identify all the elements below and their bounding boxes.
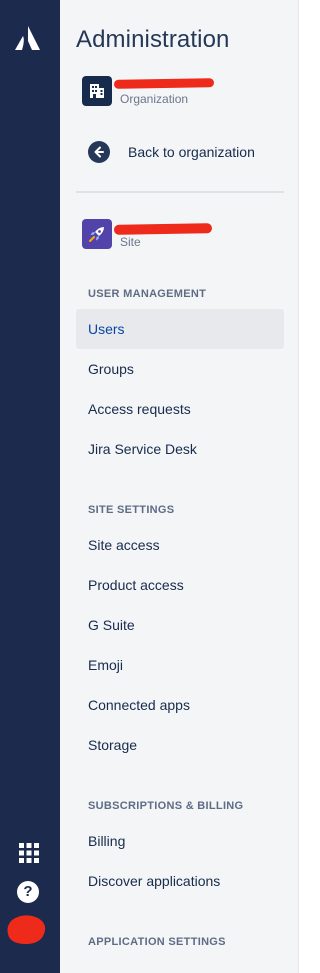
arrow-left-circle-icon — [88, 141, 110, 163]
organization-selector[interactable]: Organization — [82, 76, 230, 106]
global-nav-rail: ? — [0, 0, 60, 973]
nav-item-emoji[interactable]: Emoji — [76, 645, 284, 685]
site-type-label: Site — [120, 235, 141, 249]
back-to-organization-link[interactable]: Back to organization — [88, 141, 255, 163]
app-switcher-grid-icon[interactable] — [18, 842, 40, 864]
nav-item-connected-apps[interactable]: Connected apps — [76, 685, 284, 725]
section-heading-user-management: USER MANAGEMENT — [88, 288, 207, 300]
nav-item-discover-applications[interactable]: Discover applications — [76, 861, 284, 901]
section-heading-subscriptions-billing: SUBSCRIPTIONS & BILLING — [88, 800, 244, 812]
sidebar-scrollbar[interactable] — [298, 0, 319, 973]
nav-item-storage[interactable]: Storage — [76, 725, 284, 765]
nav-item-product-access[interactable]: Product access — [76, 565, 284, 605]
organization-type-label: Organization — [120, 92, 189, 106]
divider — [76, 191, 284, 193]
user-avatar[interactable] — [6, 914, 46, 946]
nav-item-groups[interactable]: Groups — [76, 349, 284, 389]
section-heading-site-settings: SITE SETTINGS — [88, 504, 175, 516]
nav-item-g-suite[interactable]: G Suite — [76, 605, 284, 645]
nav-item-site-access[interactable]: Site access — [76, 525, 284, 565]
nav-item-billing[interactable]: Billing — [76, 821, 284, 861]
rocket-icon — [82, 219, 112, 249]
redaction-mark — [113, 223, 213, 235]
admin-app: ? Administration Organization Back to or… — [0, 0, 319, 973]
building-icon — [82, 76, 112, 106]
nav-item-jira-service-desk[interactable]: Jira Service Desk — [76, 429, 284, 469]
site-selector[interactable]: Site — [82, 219, 230, 249]
back-link-label: Back to organization — [128, 144, 255, 160]
nav-item-users[interactable]: Users — [76, 309, 284, 349]
section-heading-application-settings: APPLICATION SETTINGS — [88, 936, 226, 948]
redaction-mark — [113, 78, 215, 89]
organization-text: Organization — [113, 76, 230, 106]
nav-item-access-requests[interactable]: Access requests — [76, 389, 284, 429]
admin-sidebar: Administration Organization Back to orga… — [60, 0, 298, 973]
help-icon[interactable]: ? — [17, 881, 39, 903]
atlassian-logo-icon[interactable] — [14, 26, 42, 50]
site-text: Site — [113, 219, 230, 249]
page-title: Administration — [76, 26, 230, 53]
